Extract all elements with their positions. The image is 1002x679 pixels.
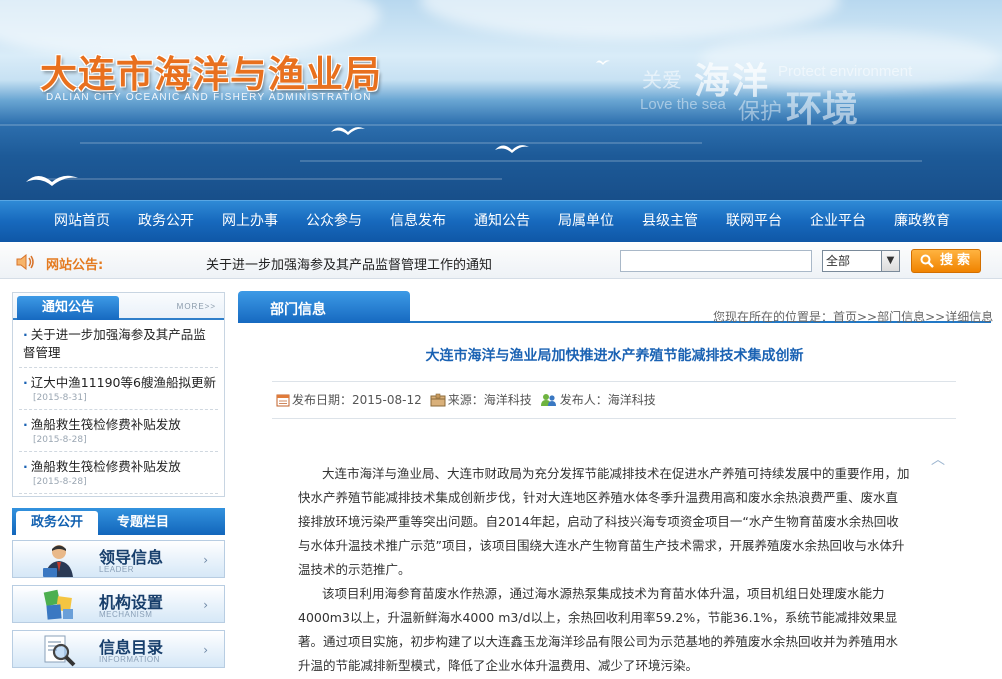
notice-label: 网站公告: [46, 258, 104, 273]
article-source: 来源：海洋科技 [447, 393, 532, 407]
notice-date: [2015-8-28] [33, 435, 87, 445]
slogan-text: Protect environment [778, 63, 913, 80]
article-paragraph: 该项目利用海参育苗废水作热源，通过海水源热泵集成技术为育苗水体升温，项目机组日处… [298, 586, 899, 673]
chevron-right-icon: › [203, 598, 208, 612]
search-button-label: 搜索 [939, 253, 974, 268]
speaker-icon [16, 254, 34, 270]
slogan-text: 环境 [786, 89, 859, 130]
notice-title: 渔船救生筏检修费补贴发放 [23, 416, 218, 434]
slogan-text: 关爱 [642, 68, 682, 92]
nav-item[interactable]: 政务公开 [124, 201, 208, 241]
seagull-icon [26, 175, 78, 186]
divider [272, 381, 956, 382]
chevron-right-icon: › [203, 553, 208, 567]
publish-date: 发布日期：2015-08-12 [292, 393, 422, 407]
calendar-icon [276, 394, 290, 406]
nav-item[interactable]: 通知公告 [460, 201, 544, 241]
org-chart-icon [43, 589, 73, 620]
notice-item[interactable]: 关于进一步加强海参及其产品监督管理 [19, 320, 218, 368]
notice-panel: 通知公告 MORE>> 关于进一步加强海参及其产品监督管理辽大中渔11190等6… [12, 292, 225, 497]
article-title: 大连市海洋与渔业局加快推进水产养殖节能减排技术集成创新 [425, 348, 804, 364]
main-nav: 网站首页 政务公开 网上办事 公众参与 信息发布 通知公告 局属单位 县级主管 联网平台 企业平台… [0, 200, 1002, 242]
site-title[interactable]: 大连市海洋与渔业局 [40, 44, 382, 98]
article-publisher: 发布人：海洋科技 [559, 393, 656, 407]
nav-item[interactable]: 信息发布 [376, 201, 460, 241]
nav-item[interactable]: 联网平台 [712, 201, 796, 241]
notice-item[interactable]: 辽大中渔11190等6艘渔船拟更新[2015-8-31] [19, 368, 218, 410]
person-icon [43, 545, 73, 577]
source-box-icon [430, 393, 446, 406]
leader-info-en: LEADER [99, 565, 135, 574]
sidebar-tab-bar: 政务公开 专题栏目 [12, 508, 225, 535]
leader-info-button[interactable]: 领导信息 LEADER › [12, 540, 225, 578]
notice-panel-header: 通知公告 MORE>> [13, 293, 224, 320]
notice-bar: 网站公告: 关于进一步加强海参及其产品监督管理工作的通知 全部 ▼ 搜索 [0, 243, 1002, 279]
information-catalog-button[interactable]: 信息目录 INFORMATION › [12, 630, 225, 668]
tab-gov-affairs[interactable]: 政务公开 [16, 511, 98, 535]
notice-date: [2015-8-31] [33, 393, 87, 403]
notice-title: 辽大中渔11190等6艘渔船拟更新 [23, 374, 218, 392]
nav-item[interactable]: 局属单位 [544, 201, 628, 241]
magnifier-doc-icon [44, 635, 76, 667]
tab-special-topics[interactable]: 专题栏目 [102, 511, 184, 535]
site-subtitle: DALIAN CITY OCEANIC AND FISHERY ADMINIST… [46, 92, 372, 103]
information-catalog-en: INFORMATION [99, 655, 160, 664]
search-scope-value: 全部 [826, 254, 851, 268]
users-icon [540, 393, 556, 406]
mechanism-en: MECHANISM [99, 610, 153, 619]
search-scope-select[interactable]: 全部 ▼ [822, 250, 900, 272]
search-input[interactable] [620, 250, 812, 272]
notice-title: 关于进一步加强海参及其产品监督管理 [23, 326, 218, 362]
search-button[interactable]: 搜索 [911, 249, 981, 273]
notice-item[interactable]: 渔船救生筏检修费补贴发放[2015-8-28] [19, 410, 218, 452]
nav-item[interactable]: 网上办事 [208, 201, 292, 241]
chevron-right-icon: › [203, 643, 208, 657]
article-paragraph: 大连市海洋与渔业局、大连市财政局为充分发挥节能减排技术在促进水产养殖可持续发展中… [298, 466, 910, 577]
nav-item[interactable]: 公众参与 [292, 201, 376, 241]
slogan-text: 保护 [738, 100, 783, 125]
notice-panel-title[interactable]: 通知公告 [17, 296, 119, 320]
divider [272, 418, 956, 419]
notice-item[interactable]: 渔船救生筏检修费补贴发放[2015-8-28] [19, 452, 218, 494]
nav-item[interactable]: 县级主管 [628, 201, 712, 241]
header-banner: 大连市海洋与渔业局 DALIAN CITY OCEANIC AND FISHER… [0, 0, 1002, 200]
seagull-icon [596, 60, 610, 65]
seagull-icon [331, 127, 365, 135]
chevron-down-icon: ▼ [881, 251, 899, 271]
main-section-tab: 部门信息 [238, 291, 410, 323]
notice-title: 渔船救生筏检修费补贴发放 [23, 458, 218, 476]
notice-date: [2015-8-28] [33, 477, 87, 487]
article-meta: 发布日期：2015-08-12 来源：海洋科技 发布人：海洋科技 [276, 391, 664, 408]
search-icon [920, 254, 934, 268]
slogan-text: Love the sea [640, 96, 726, 113]
seagull-icon [495, 145, 529, 153]
chevron-up-icon[interactable]: ︿ [931, 449, 945, 469]
more-link[interactable]: MORE>> [177, 302, 216, 311]
main-section-title: 部门信息 [270, 302, 326, 318]
notice-marquee-link[interactable]: 关于进一步加强海参及其产品监督管理工作的通知 [206, 254, 492, 273]
nav-item[interactable]: 企业平台 [796, 201, 880, 241]
notice-list: 关于进一步加强海参及其产品监督管理辽大中渔11190等6艘渔船拟更新[2015-… [13, 320, 224, 494]
nav-item[interactable]: 网站首页 [40, 201, 124, 241]
nav-item[interactable]: 廉政教育 [880, 201, 964, 241]
breadcrumb[interactable]: 您现在所在的位置是：首页>>部门信息>>详细信息 [713, 308, 993, 325]
mechanism-button[interactable]: 机构设置 MECHANISM › [12, 585, 225, 623]
